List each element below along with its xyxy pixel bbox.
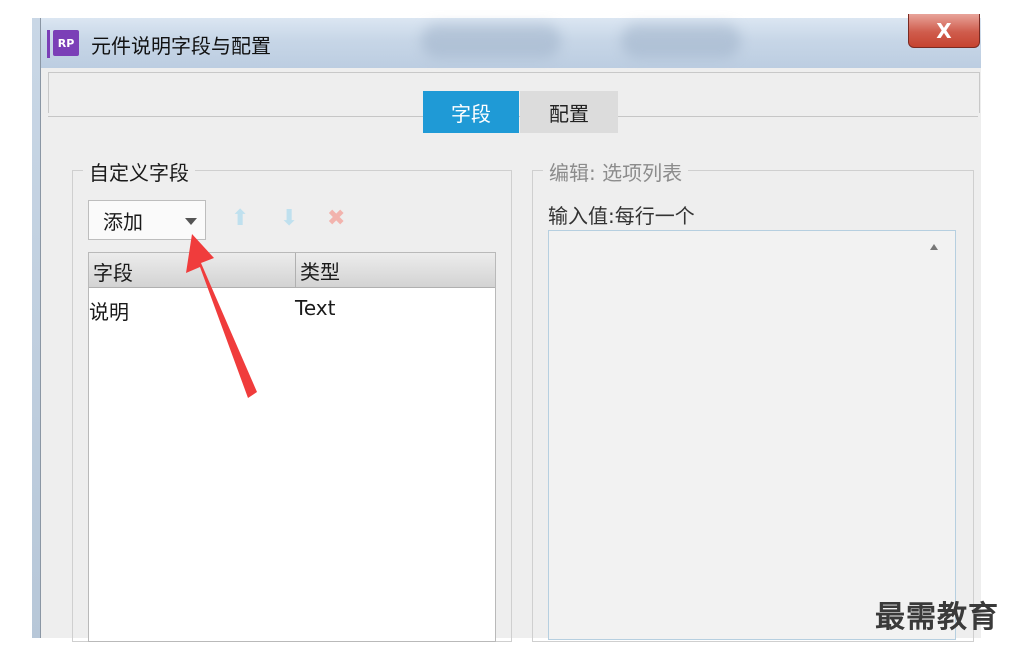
watermark: 最需教育 [875, 600, 999, 635]
annotation-arrow [186, 234, 257, 398]
annotation-arrow-shape [186, 234, 257, 398]
